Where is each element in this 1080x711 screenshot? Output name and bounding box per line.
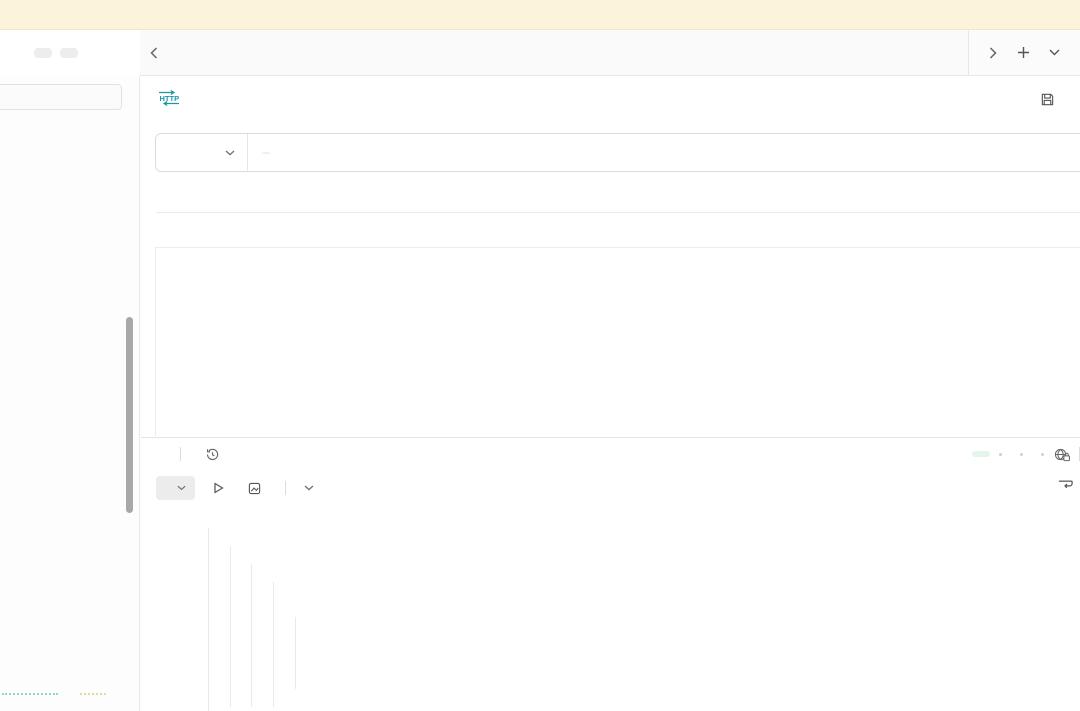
indent-guide [208,528,209,711]
url-bar [155,133,1080,172]
search-input[interactable] [0,84,122,110]
chevron-down-icon [177,485,186,491]
sidebar-scrollbar[interactable] [126,317,133,513]
divider [180,447,181,461]
method-select[interactable] [156,134,248,171]
partial-item-fragment [80,693,106,695]
tab-list [168,30,968,75]
divider [285,481,286,495]
sidebar [0,76,140,711]
separator-dot [999,453,1002,456]
url-input[interactable] [248,152,272,154]
history-icon[interactable] [205,447,220,462]
visualize-button[interactable] [248,482,267,495]
new-button[interactable] [34,48,52,58]
network-security-icon[interactable] [1053,447,1070,462]
partial-item-fragment [2,693,58,695]
separator-dot [1041,453,1044,456]
indent-guide [230,546,231,707]
tabs-scroll-right-button[interactable] [989,47,997,59]
new-tab-button[interactable] [1017,46,1030,59]
request-tabs [156,185,1080,213]
tabs-scroll-left-button[interactable] [140,30,168,75]
breadcrumb: HTTP [156,90,217,106]
chevron-down-icon [225,150,235,156]
format-select[interactable] [156,476,195,500]
chevron-left-icon [150,47,158,59]
separator-dot [1020,453,1023,456]
visualize-icon [248,482,261,495]
topbar [0,30,1080,76]
save-button[interactable] [1040,92,1080,107]
http-icon: HTTP [156,90,182,106]
status-badge[interactable] [972,451,990,457]
response-meta [972,447,1080,462]
sidebar-header [0,30,140,76]
tab-options-button[interactable] [1049,49,1060,56]
upgrade-banner [0,0,1080,30]
preview-button[interactable] [213,482,230,494]
main-panel: HTTP [141,76,1080,711]
chevron-down-icon[interactable] [304,485,314,491]
code-block[interactable] [155,506,1080,711]
import-button[interactable] [60,48,78,58]
url-variable [262,152,270,154]
save-icon [1040,92,1055,107]
indent-guide [273,582,274,707]
preview-icon [213,482,224,494]
response-toolbar [156,475,314,501]
form-table [155,247,1080,436]
indent-guide [295,617,296,689]
svg-text:HTTP: HTTP [160,94,180,103]
indent-guide [251,564,252,707]
tab-controls [968,30,1080,75]
request-tabstrip [140,30,1080,76]
response-tabs [156,438,1080,470]
wrap-lines-button[interactable] [1057,477,1074,491]
